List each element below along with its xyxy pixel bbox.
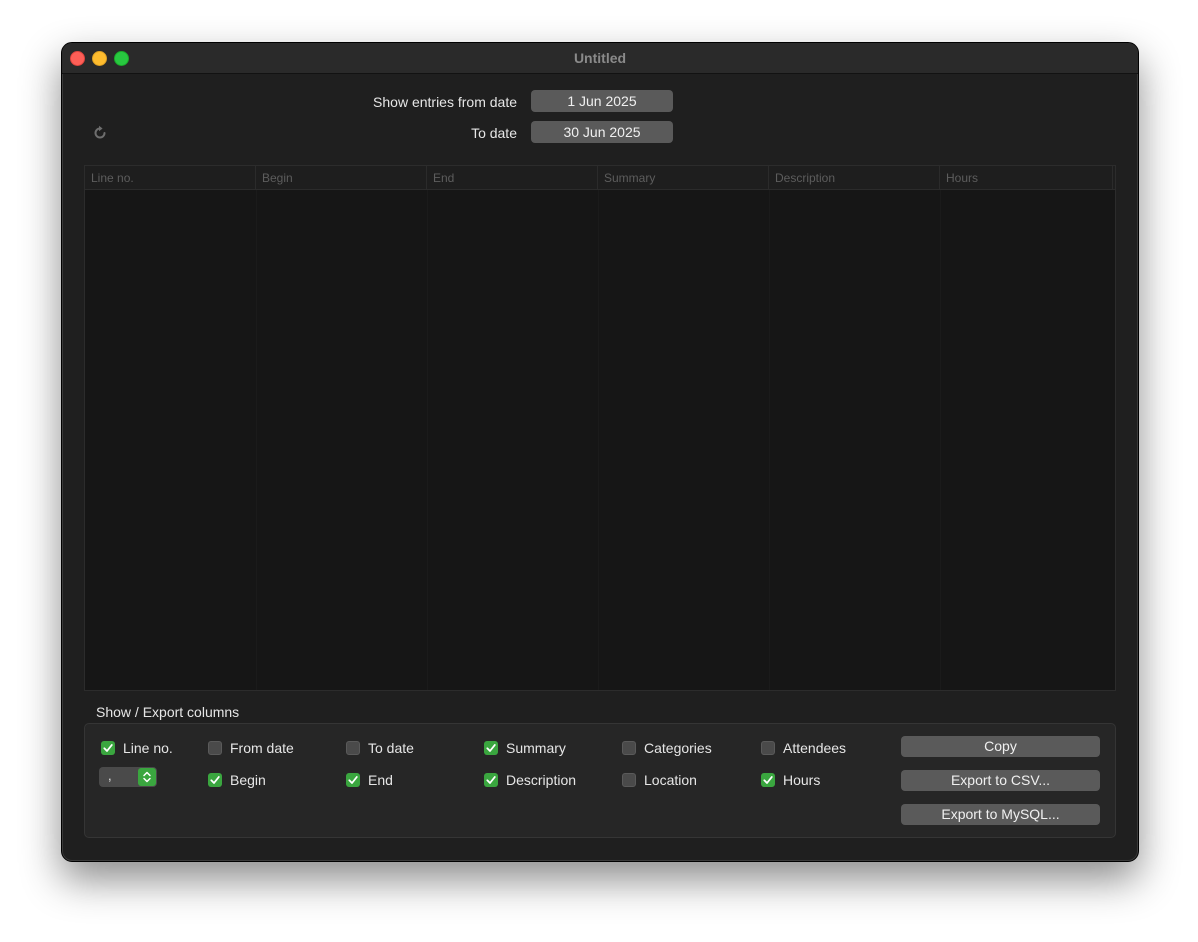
- columns-panel: Line no. From date To date Summary Categ…: [84, 723, 1116, 838]
- checkbox-summary[interactable]: Summary: [484, 739, 566, 757]
- columns-section-title: Show / Export columns: [96, 704, 240, 720]
- checkbox-label: End: [368, 772, 393, 788]
- checkbox-box[interactable]: [761, 773, 775, 787]
- checkbox-label: Summary: [506, 740, 566, 756]
- checkbox-attendees[interactable]: Attendees: [761, 739, 846, 757]
- checkbox-label: Line no.: [123, 740, 173, 756]
- table-header: Line no. Begin End Summary Description H…: [85, 166, 1115, 190]
- checkbox-label: Categories: [644, 740, 712, 756]
- column-header-begin[interactable]: Begin: [256, 166, 427, 189]
- checkbox-box[interactable]: [346, 741, 360, 755]
- column-header-end[interactable]: End: [427, 166, 598, 189]
- entries-table[interactable]: Line no. Begin End Summary Description H…: [84, 165, 1116, 691]
- checkbox-box[interactable]: [761, 741, 775, 755]
- checkbox-begin[interactable]: Begin: [208, 771, 266, 789]
- checkbox-hours[interactable]: Hours: [761, 771, 820, 789]
- column-header-description[interactable]: Description: [769, 166, 940, 189]
- stepper-chevrons-icon[interactable]: [138, 768, 156, 786]
- column-divider: [940, 190, 941, 690]
- export-csv-button[interactable]: Export to CSV...: [901, 770, 1100, 791]
- from-date-label: Show entries from date: [373, 94, 517, 110]
- to-date-label: To date: [471, 125, 517, 141]
- main-window: Untitled Show entries from date 1 Jun 20…: [61, 42, 1139, 862]
- column-divider: [256, 190, 257, 690]
- title-bar: Untitled: [62, 43, 1138, 74]
- checkbox-label: From date: [230, 740, 294, 756]
- checkmark-icon: [763, 776, 773, 784]
- column-divider: [598, 190, 599, 690]
- checkmark-icon: [348, 776, 358, 784]
- checkbox-box[interactable]: [622, 773, 636, 787]
- separator-value: ,: [108, 768, 112, 783]
- checkbox-box[interactable]: [622, 741, 636, 755]
- checkbox-box[interactable]: [101, 741, 115, 755]
- to-date-field[interactable]: 30 Jun 2025: [531, 121, 673, 143]
- checkbox-label: Attendees: [783, 740, 847, 756]
- checkbox-description[interactable]: Description: [484, 771, 576, 789]
- checkbox-label: To date: [368, 740, 414, 756]
- window-title: Untitled: [573, 50, 627, 66]
- checkbox-box[interactable]: [208, 741, 222, 755]
- export-mysql-button[interactable]: Export to MySQL...: [901, 804, 1100, 825]
- checkbox-box[interactable]: [484, 741, 498, 755]
- separator-popup[interactable]: ,: [99, 767, 157, 787]
- checkmark-icon: [103, 744, 113, 752]
- checkbox-box[interactable]: [484, 773, 498, 787]
- checkbox-box[interactable]: [208, 773, 222, 787]
- column-divider: [769, 190, 770, 690]
- checkbox-line-no[interactable]: Line no.: [101, 739, 173, 757]
- checkmark-icon: [486, 776, 496, 784]
- checkbox-from-date[interactable]: From date: [208, 739, 294, 757]
- checkbox-to-date[interactable]: To date: [346, 739, 414, 757]
- checkbox-location[interactable]: Location: [622, 771, 697, 789]
- checkbox-label: Location: [644, 772, 697, 788]
- refresh-icon[interactable]: [92, 125, 108, 141]
- checkbox-label: Begin: [230, 772, 266, 788]
- checkbox-label: Hours: [783, 772, 821, 788]
- column-divider: [427, 190, 428, 690]
- checkmark-icon: [486, 744, 496, 752]
- checkbox-box[interactable]: [346, 773, 360, 787]
- checkbox-label: Description: [506, 772, 577, 788]
- column-header-line-no[interactable]: Line no.: [85, 166, 256, 189]
- checkbox-end[interactable]: End: [346, 771, 393, 789]
- column-header-hours[interactable]: Hours: [940, 166, 1113, 189]
- column-header-summary[interactable]: Summary: [598, 166, 769, 189]
- checkbox-categories[interactable]: Categories: [622, 739, 712, 757]
- from-date-field[interactable]: 1 Jun 2025: [531, 90, 673, 112]
- copy-button[interactable]: Copy: [901, 736, 1100, 757]
- checkmark-icon: [210, 776, 220, 784]
